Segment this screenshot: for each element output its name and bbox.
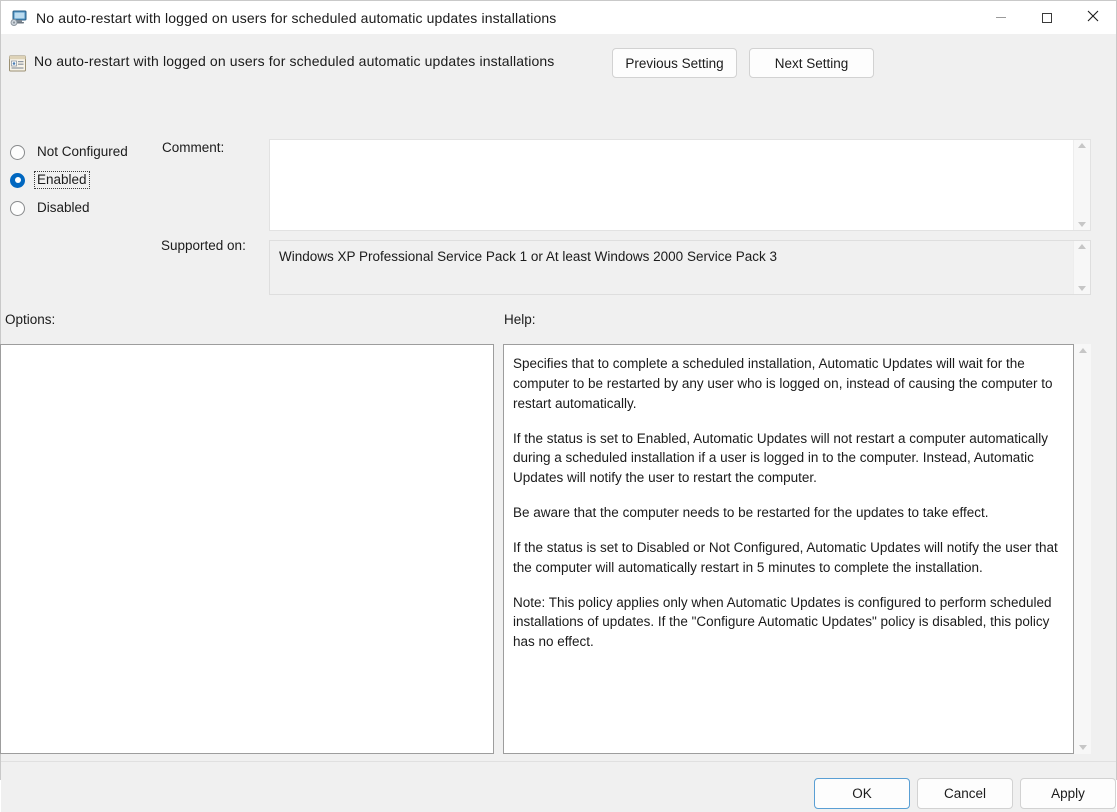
radio-disabled[interactable]: Disabled bbox=[1, 194, 131, 222]
policy-state-radio-group: Not Configured Enabled Disabled bbox=[1, 138, 131, 222]
radio-icon bbox=[10, 173, 25, 188]
help-paragraph: If the status is set to Disabled or Not … bbox=[513, 538, 1063, 578]
window-controls bbox=[978, 1, 1116, 34]
scroll-up-icon[interactable] bbox=[1078, 244, 1086, 249]
help-paragraph: Specifies that to complete a scheduled i… bbox=[513, 354, 1063, 414]
maximize-icon bbox=[1042, 13, 1052, 23]
policy-setting-dialog: No auto-restart with logged on users for… bbox=[0, 0, 1117, 780]
help-paragraph: Be aware that the computer needs to be r… bbox=[513, 503, 1063, 523]
radio-label: Disabled bbox=[34, 199, 93, 217]
cancel-button[interactable]: Cancel bbox=[917, 778, 1013, 809]
comment-label: Comment: bbox=[162, 140, 224, 155]
next-setting-button[interactable]: Next Setting bbox=[749, 48, 874, 78]
help-paragraph: If the status is set to Enabled, Automat… bbox=[513, 429, 1063, 489]
scroll-down-icon[interactable] bbox=[1078, 222, 1086, 227]
radio-label: Not Configured bbox=[34, 143, 131, 161]
setting-title: No auto-restart with logged on users for… bbox=[34, 53, 554, 69]
previous-setting-button[interactable]: Previous Setting bbox=[612, 48, 737, 78]
scroll-up-icon[interactable] bbox=[1078, 143, 1086, 148]
radio-enabled[interactable]: Enabled bbox=[1, 166, 131, 194]
ok-button[interactable]: OK bbox=[814, 778, 910, 809]
scroll-down-icon[interactable] bbox=[1078, 286, 1086, 291]
options-label: Options: bbox=[5, 312, 55, 327]
scroll-down-icon[interactable] bbox=[1079, 745, 1087, 750]
apply-button[interactable]: Apply bbox=[1020, 778, 1116, 809]
help-panel-wrapper: Specifies that to complete a scheduled i… bbox=[503, 344, 1091, 754]
supported-on-field: Windows XP Professional Service Pack 1 o… bbox=[269, 240, 1091, 295]
dialog-footer: OK Cancel Apply bbox=[1, 761, 1116, 812]
radio-icon bbox=[10, 201, 25, 216]
title-bar: No auto-restart with logged on users for… bbox=[1, 1, 1116, 34]
supported-on-label: Supported on: bbox=[161, 238, 246, 253]
dialog-body: No auto-restart with logged on users for… bbox=[1, 34, 1116, 779]
scroll-up-icon[interactable] bbox=[1079, 348, 1087, 353]
supported-on-value: Windows XP Professional Service Pack 1 o… bbox=[270, 241, 1073, 294]
close-icon bbox=[1087, 10, 1099, 25]
radio-label: Enabled bbox=[34, 171, 90, 189]
options-panel[interactable] bbox=[0, 344, 494, 754]
supported-on-scrollbar[interactable] bbox=[1073, 241, 1090, 294]
help-panel: Specifies that to complete a scheduled i… bbox=[503, 344, 1074, 754]
comment-input[interactable] bbox=[270, 140, 1073, 230]
computer-policy-icon bbox=[10, 10, 28, 26]
setting-header: No auto-restart with logged on users for… bbox=[1, 48, 1116, 92]
help-scrollbar[interactable] bbox=[1074, 344, 1091, 754]
radio-icon bbox=[10, 145, 25, 160]
minimize-icon bbox=[996, 17, 1006, 18]
help-paragraph: Note: This policy applies only when Auto… bbox=[513, 593, 1063, 653]
comment-field[interactable] bbox=[269, 139, 1091, 231]
comment-scrollbar[interactable] bbox=[1073, 140, 1090, 230]
radio-not-configured[interactable]: Not Configured bbox=[1, 138, 131, 166]
help-text: Specifies that to complete a scheduled i… bbox=[504, 345, 1073, 753]
help-label: Help: bbox=[504, 312, 536, 327]
minimize-button[interactable] bbox=[978, 1, 1024, 34]
policy-setting-icon bbox=[8, 54, 27, 73]
maximize-button[interactable] bbox=[1024, 1, 1070, 34]
window-title: No auto-restart with logged on users for… bbox=[36, 10, 556, 26]
close-button[interactable] bbox=[1070, 1, 1116, 34]
